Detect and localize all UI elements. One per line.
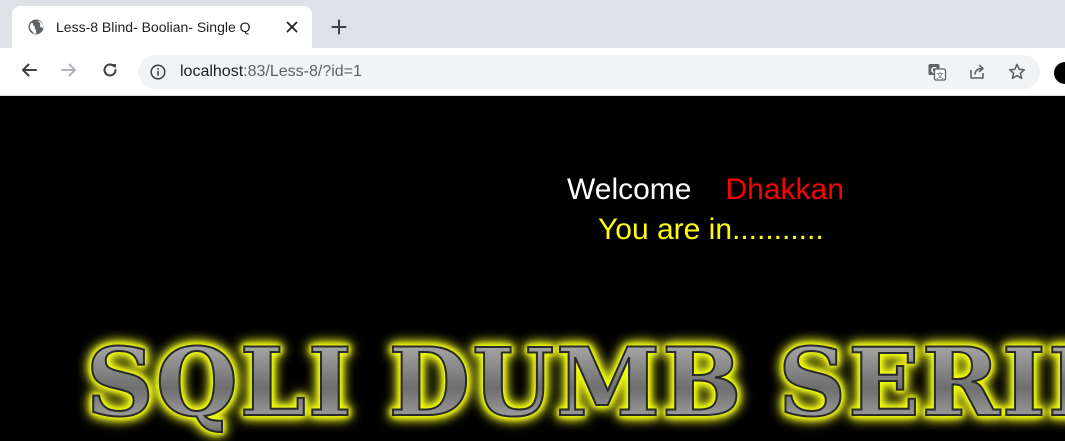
url-host: localhost — [180, 63, 244, 80]
info-icon[interactable] — [150, 64, 166, 80]
welcome-text: Welcome — [567, 173, 692, 206]
forward-button[interactable] — [55, 58, 83, 86]
translate-icon[interactable]: G 文 — [926, 61, 948, 83]
close-icon[interactable] — [282, 17, 302, 37]
forward-arrow-icon — [60, 61, 78, 84]
back-button[interactable] — [15, 58, 43, 86]
sqli-dumb-series-banner: SQLI DUMB SERIES — [85, 327, 1065, 439]
url-path: :83/Less-8/?id=1 — [243, 63, 362, 80]
bookmark-star-icon[interactable] — [1006, 61, 1028, 83]
reload-button[interactable] — [96, 58, 124, 86]
welcome-line: Welcome Dhakkan — [567, 172, 844, 208]
tab-less-8[interactable]: Less-8 Blind- Boolian- Single Q — [12, 6, 312, 48]
globe-icon — [28, 19, 44, 35]
address-bar[interactable]: localhost:83/Less-8/?id=1 G 文 — [138, 55, 1040, 89]
page-content: Welcome Dhakkan You are in........... SQL… — [0, 96, 1065, 441]
browser-window: Less-8 Blind- Boolian- Single Q localhos… — [0, 0, 1065, 441]
url-text[interactable]: localhost:83/Less-8/?id=1 — [180, 63, 362, 81]
user-name: Dhakkan — [725, 173, 844, 206]
tab-strip: Less-8 Blind- Boolian- Single Q — [0, 0, 1065, 48]
share-icon[interactable] — [966, 61, 988, 83]
tab-title: Less-8 Blind- Boolian- Single Q — [56, 19, 251, 35]
status-message: You are in........... — [598, 213, 824, 246]
new-tab-button[interactable] — [325, 15, 353, 43]
reload-icon — [101, 61, 119, 84]
plus-icon — [331, 19, 347, 40]
toolbar: localhost:83/Less-8/?id=1 G 文 — [0, 48, 1065, 96]
profile-avatar[interactable] — [1054, 62, 1065, 84]
svg-text:文: 文 — [936, 70, 944, 80]
back-arrow-icon — [20, 61, 38, 84]
